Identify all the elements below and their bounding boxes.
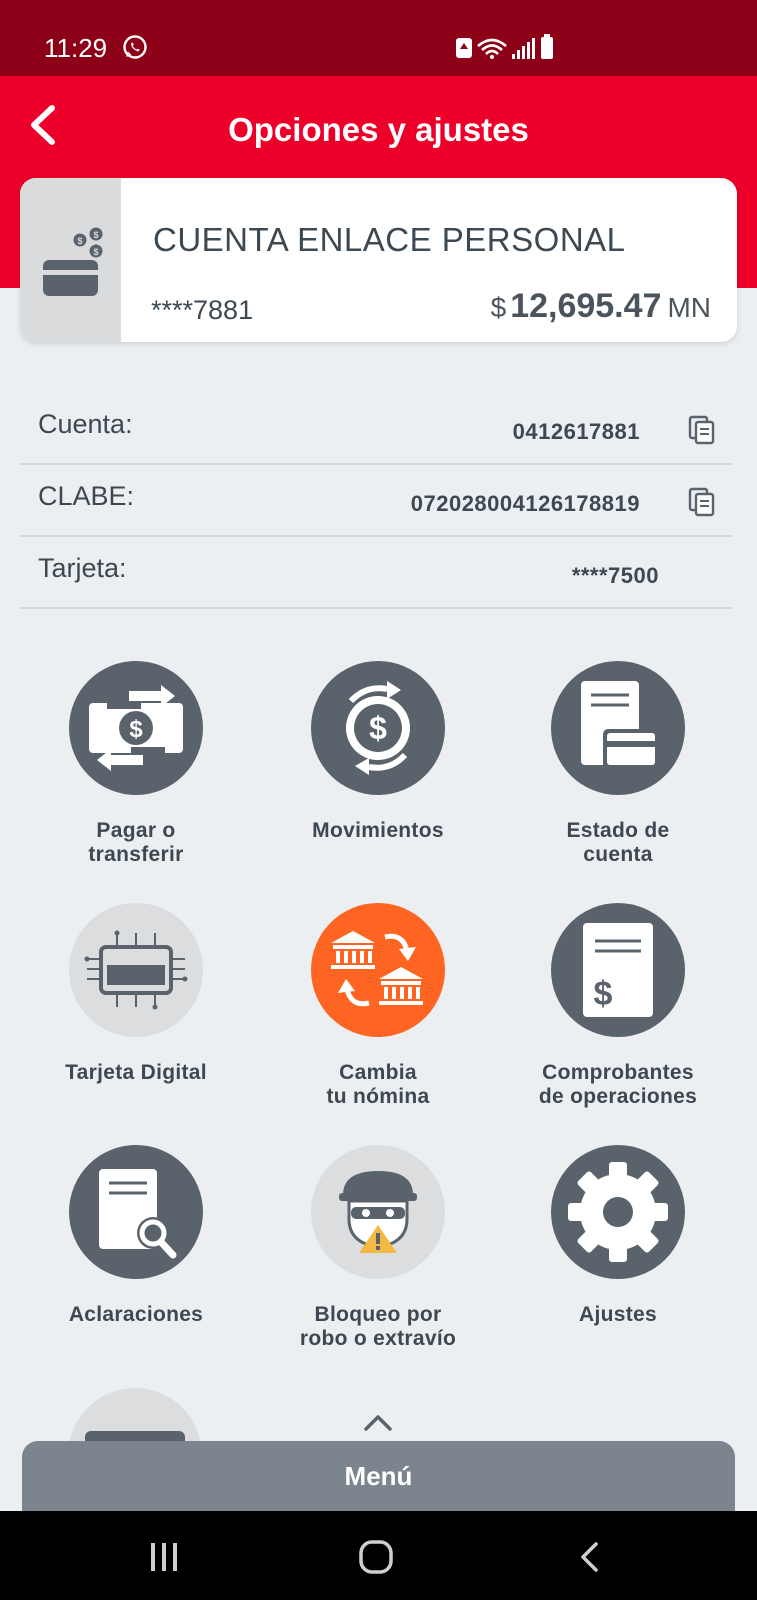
option-aclaraciones[interactable]: Aclaraciones [16, 1145, 256, 1327]
thief-block-icon [311, 1145, 445, 1279]
clarification-icon [69, 1145, 203, 1279]
copy-icon[interactable] [688, 487, 716, 517]
svg-text:$: $ [77, 236, 82, 246]
option-pagar-transferir[interactable]: $ Pagar o transferir [16, 661, 256, 867]
option-tarjeta-digital[interactable]: Tarjeta Digital [16, 903, 256, 1085]
option-ajustes[interactable]: Ajustes [498, 1145, 738, 1327]
gear-icon [551, 1145, 685, 1279]
wallet-coins-icon: $ $ $ [43, 227, 103, 296]
account-name: CUENTA ENLACE PERSONAL [153, 221, 626, 258]
system-nav-bar [0, 1511, 757, 1600]
currency-unit: MN [667, 292, 711, 323]
account-icon-box: $ $ $ [20, 178, 121, 342]
info-row-cuenta: Cuenta: 0412617881 [20, 393, 732, 465]
info-value: ****7500 [571, 563, 659, 588]
back-icon[interactable] [578, 1541, 602, 1578]
info-label: Tarjeta: [38, 553, 127, 583]
info-label: Cuenta: [38, 409, 133, 439]
option-label: Pagar o transferir [88, 819, 184, 866]
system-status-icons [456, 34, 576, 62]
whatsapp-icon [122, 34, 148, 65]
option-label: Tarjeta Digital [65, 1061, 207, 1084]
option-partial[interactable] [68, 1388, 202, 1448]
option-cambia-nomina[interactable]: Cambia tu nómina [258, 903, 498, 1109]
option-label: Ajustes [579, 1303, 657, 1326]
copy-icon[interactable] [688, 415, 716, 445]
option-label: Aclaraciones [68, 1303, 204, 1326]
info-label: CLABE: [38, 481, 135, 511]
menu-button[interactable]: Menú [22, 1441, 735, 1511]
digital-card-icon [69, 903, 203, 1037]
statement-icon [551, 661, 685, 795]
currency-symbol: $ [490, 292, 507, 323]
chevron-up-icon[interactable] [362, 1413, 394, 1438]
option-bloqueo[interactable]: Bloqueo por robo o extravío [258, 1145, 498, 1351]
payroll-change-icon [311, 903, 445, 1037]
home-icon[interactable] [358, 1539, 394, 1580]
svg-text:$: $ [93, 230, 98, 240]
account-balance: $12,695.47 MN [491, 286, 711, 328]
info-value: 0412617881 [512, 419, 640, 444]
svg-text:$: $ [93, 247, 98, 257]
option-label: Estado de cuenta [566, 819, 670, 866]
info-row-clabe: CLABE: 072028004126178819 [20, 465, 732, 537]
status-bar: 11:29 [0, 0, 757, 76]
option-label: Movimientos [312, 819, 444, 842]
info-row-tarjeta: Tarjeta: ****7500 [20, 537, 732, 609]
page-title: Opciones y ajustes [228, 111, 529, 148]
recent-apps-icon[interactable] [148, 1541, 180, 1578]
status-time: 11:29 [44, 33, 108, 63]
receipt-icon: $ [551, 903, 685, 1037]
option-estado-cuenta[interactable]: Estado de cuenta [498, 661, 738, 867]
svg-text:$: $ [594, 975, 613, 1013]
option-comprobantes[interactable]: $ Comprobantes de operaciones [498, 903, 738, 1109]
balance-amount: 12,695.47 [510, 287, 662, 325]
account-masked-number: ****7881 [151, 295, 254, 325]
svg-text:$: $ [129, 716, 143, 743]
info-value: 072028004126178819 [410, 491, 640, 516]
option-label: Comprobantes de operaciones [538, 1061, 698, 1108]
option-label: Cambia tu nómina [326, 1061, 430, 1108]
pay-transfer-icon: $ [69, 661, 203, 795]
option-label: Bloqueo por robo o extravío [299, 1303, 457, 1350]
svg-text:$: $ [369, 710, 387, 746]
option-movimientos[interactable]: $ Movimientos [258, 661, 498, 843]
account-card[interactable]: $ $ $ CUENTA ENLACE PERSONAL ****7881 $1… [20, 178, 737, 342]
movements-icon: $ [311, 661, 445, 795]
